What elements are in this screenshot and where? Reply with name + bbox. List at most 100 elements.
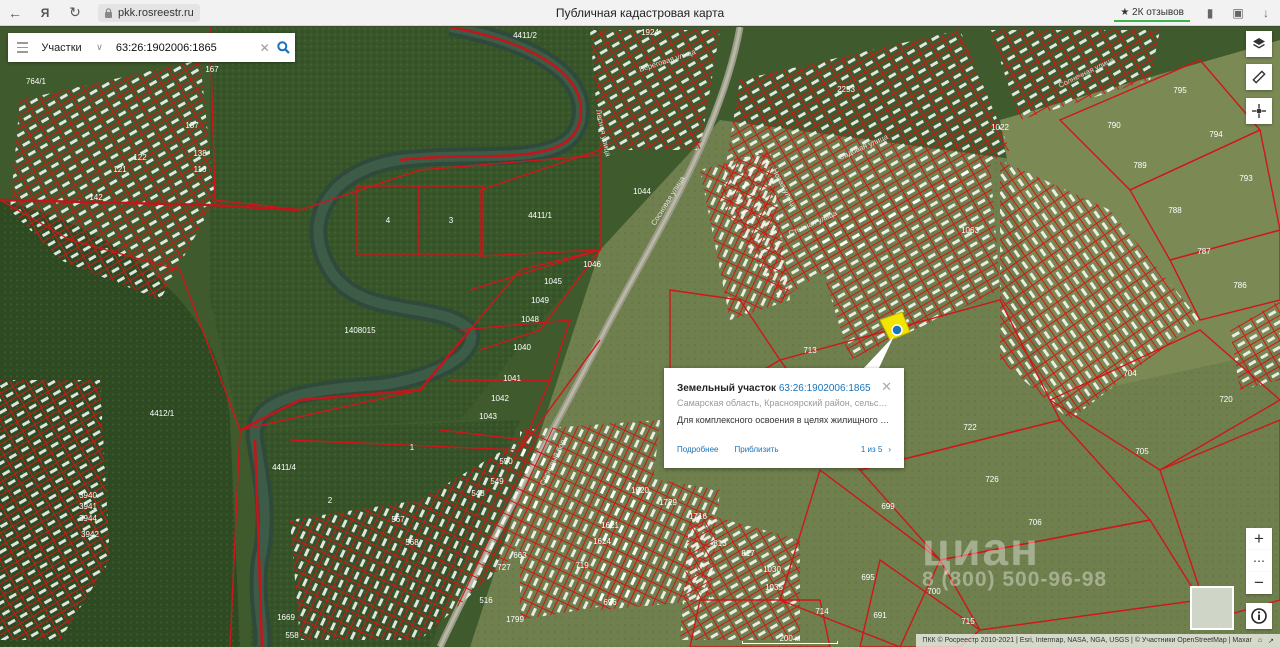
search-button[interactable]	[272, 41, 295, 54]
parcel-label: 116	[194, 165, 207, 174]
parcel-label: 788	[1168, 206, 1182, 215]
parcel-label: 550	[499, 457, 513, 466]
parcel-label: 1035	[765, 583, 783, 592]
bookmark-icon[interactable]: ▮	[1202, 5, 1218, 21]
parcel-label: 1048	[521, 315, 539, 324]
parcel-label: 1049	[531, 296, 549, 305]
attribution-bar: ПКК © Росреестр 2010-2021 | Esri, Interm…	[916, 634, 1280, 647]
parcel-label: 1621	[601, 521, 619, 530]
parcel-label: 764/1	[26, 77, 47, 86]
popup-pager[interactable]: 1 из 5 ›	[861, 445, 891, 454]
parcel-label: 4411/4	[272, 463, 296, 472]
parcel-label: 4412/1	[150, 409, 175, 418]
url-text: pkk.rosreestr.ru	[118, 6, 194, 19]
parcel-label: 1063	[961, 226, 979, 235]
search-icon	[277, 41, 290, 54]
layers-icon	[1253, 38, 1265, 49]
parcel-label: 726	[985, 475, 999, 484]
layers-button[interactable]	[1246, 31, 1272, 57]
chevron-down-icon[interactable]: ∨	[96, 42, 110, 53]
parcel-label: 516	[479, 596, 493, 605]
parcel-label: 714	[815, 607, 829, 616]
back-icon[interactable]: ←	[0, 0, 30, 26]
zoom-in-button[interactable]: +	[1246, 528, 1272, 550]
search-type-select[interactable]: Участки	[37, 42, 96, 54]
close-icon[interactable]: ✕	[881, 379, 892, 395]
parcel-label: 1799	[506, 615, 524, 624]
reviews-badge[interactable]: ★ 2К отзывов	[1114, 5, 1190, 22]
parcel-label: 817	[741, 549, 755, 558]
parcel-label: 3942	[81, 530, 99, 539]
attribution-text: ПКК © Росреестр 2010-2021 | Esri, Interm…	[922, 637, 1252, 644]
parcel-label: 1924	[641, 28, 659, 37]
parcel-label: 794	[1209, 130, 1223, 139]
address-bar[interactable]: pkk.rosreestr.ru	[98, 3, 200, 22]
details-link[interactable]: Подробнее	[677, 445, 719, 454]
yandex-icon[interactable]: Я	[30, 0, 60, 26]
parcel-address: Самарская область, Красноярский район, с…	[677, 398, 891, 408]
parcel-label: 4411/2	[513, 31, 537, 40]
downloads-icon[interactable]: ↓	[1258, 5, 1274, 21]
home-icon[interactable]: ⌂	[1258, 637, 1262, 644]
parcel-label: 695	[861, 573, 875, 582]
parcel-label: 722	[963, 423, 977, 432]
chevron-right-icon[interactable]: ›	[888, 445, 891, 454]
reload-icon[interactable]: ↻	[60, 0, 90, 26]
parcel-label: 568	[405, 538, 419, 547]
parcel-label: 1042	[491, 394, 509, 403]
parcel-label: 4	[386, 216, 391, 225]
parcel-label: 1040	[513, 343, 531, 352]
info-button[interactable]	[1246, 603, 1272, 629]
parcel-label: 167	[205, 65, 219, 74]
parcel-label: 1030	[763, 565, 781, 574]
parcel-label: 704	[1123, 369, 1137, 378]
ruler-icon	[1252, 70, 1266, 84]
parcel-label: 1044	[633, 187, 651, 196]
more-icon[interactable]: ⋯	[1246, 550, 1272, 572]
search-input[interactable]	[109, 41, 258, 54]
parcel-label: 727	[497, 563, 511, 572]
cadastral-number-link[interactable]: 63:26:1902006:1865	[779, 383, 871, 394]
lock-icon	[105, 7, 112, 18]
parcel-label: 715	[961, 617, 975, 626]
zoom-out-button[interactable]: −	[1246, 572, 1272, 594]
parcel-label: 3	[449, 216, 454, 225]
watermark-phone: 8 (800) 500-96-98	[922, 568, 1108, 591]
search-panel: Участки ∨ ✕	[8, 33, 295, 62]
parcel-label: 567	[391, 515, 405, 524]
zoom-to-link[interactable]: Приблизить	[735, 445, 779, 454]
parcel-label: 813	[713, 539, 727, 548]
parcel-label: 1046	[583, 260, 601, 269]
parcel-label: 1620	[631, 486, 649, 495]
parcel-label: 699	[881, 502, 895, 511]
parcel-label: 1716	[689, 512, 707, 521]
clear-search-icon[interactable]: ✕	[258, 41, 272, 55]
parcel-label: 122	[133, 153, 147, 162]
parcel-label: 1624	[593, 537, 611, 546]
locate-button[interactable]	[1246, 98, 1272, 124]
info-icon	[1251, 608, 1267, 624]
share-icon[interactable]: ↗	[1268, 637, 1274, 645]
parcel-label: 558	[285, 631, 299, 640]
parcel-label: 3940	[79, 491, 97, 500]
measure-button[interactable]	[1246, 64, 1272, 90]
scale-bar: 200 м	[742, 634, 838, 644]
parcel-label: 3944	[79, 514, 97, 523]
parcel-label: 549	[490, 477, 504, 486]
parcel-label: 793	[1239, 174, 1253, 183]
parcel-label: 691	[873, 611, 887, 620]
parcel-label: 1729	[659, 498, 677, 507]
parcel-label: 719	[575, 561, 589, 570]
parcel-popup: Земельный участок 63:26:1902006:1865 ✕ С…	[664, 368, 904, 468]
parcel-label: 790	[1107, 121, 1121, 130]
parcel-label: 138	[193, 149, 207, 158]
menu-icon[interactable]	[8, 33, 37, 62]
parcel-label: 121	[113, 165, 127, 174]
parcel-label: 1	[410, 443, 415, 452]
parcel-label: 1041	[503, 374, 521, 383]
extension-icon[interactable]: ▣	[1230, 5, 1246, 21]
basemap-switcher[interactable]	[1190, 586, 1234, 630]
parcel-label: 1043	[479, 412, 497, 421]
parcel-label: 1045	[544, 277, 562, 286]
parcel-permitted-use: Для комплексного освоения в целях жилищн…	[677, 415, 891, 425]
